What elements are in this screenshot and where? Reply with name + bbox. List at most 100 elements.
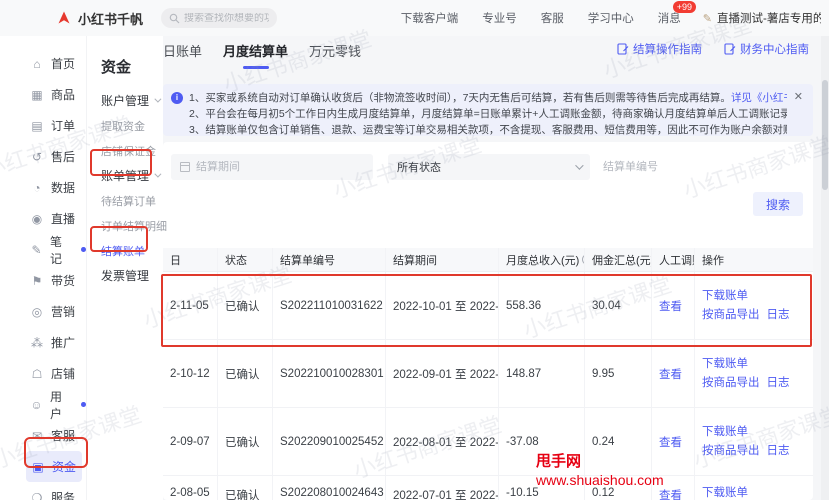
sidebar-item-orders[interactable]: ▤订单 [0, 110, 86, 141]
log-link[interactable]: 日志 [767, 377, 790, 390]
submenu-account-group[interactable]: 账户管理 [101, 88, 163, 113]
submenu-withdraw[interactable]: 提取资金 [101, 113, 163, 138]
sidebar-item-live[interactable]: ◉直播 [0, 203, 86, 234]
cell-period: 2022-07-01 至 2022-07-31 [386, 476, 499, 500]
shop-icon: ☖ [30, 367, 44, 381]
table-row: 2-11-05 已确认 S202211010031622 2022-10-01 … [163, 272, 813, 340]
marketing-icon: ◎ [30, 305, 44, 319]
sidebar-item-marketing[interactable]: ◎ 营销 [0, 296, 86, 327]
scrollbar-thumb[interactable] [822, 80, 828, 190]
download-bill-link[interactable]: 下载账单 [702, 290, 748, 303]
guide-label: 结算操作指南 [633, 41, 702, 57]
cell-date: 2-10-12 [163, 340, 218, 407]
cell-bill-no: S202209010025452 [273, 408, 386, 475]
settlement-rules-link[interactable]: 详见《小红书电商结算规则》 [731, 92, 787, 104]
close-icon[interactable]: ✕ [794, 90, 803, 103]
log-link[interactable]: 日志 [767, 309, 790, 322]
cell-period: 2022-10-01 至 2022-10-31 [386, 272, 499, 339]
tab-small-change[interactable]: 万元零钱 [309, 41, 361, 69]
sidebar-label: 营销 [51, 303, 75, 320]
sidebar-label: 带货 [51, 272, 75, 289]
notice-line-3: 3、结算账单仅包含订单销售、退款、运费宝等订单交易相关款项，不含提现、客服费用、… [189, 122, 787, 138]
download-bill-link[interactable]: 下载账单 [702, 487, 748, 500]
view-adjust-link[interactable]: 查看 [652, 476, 695, 500]
col-status: 状态 [218, 248, 273, 271]
sidebar-label: 服务 [51, 489, 75, 500]
brand-mark-icon [56, 10, 72, 26]
sidebar-item-promotion[interactable]: ⁂推广 [0, 327, 86, 358]
nav-pro-account[interactable]: 专业号 [482, 10, 517, 26]
sidebar-item-users[interactable]: ☺用户 [0, 389, 86, 420]
view-adjust-link[interactable]: 查看 [652, 272, 695, 339]
export-by-goods-link[interactable]: 按商品导出 [702, 377, 760, 390]
cell-income: 148.87 [499, 340, 585, 407]
search-button[interactable]: 搜索 [753, 192, 803, 216]
doc-icon [724, 43, 736, 55]
sidebar-label: 客服 [51, 427, 75, 444]
cell-income: -10.15 [499, 476, 585, 500]
sidebar-item-notes[interactable]: ✎笔记 [0, 234, 86, 265]
submenu-pending-settlement[interactable]: 待结算订单 [101, 188, 163, 213]
status-select[interactable]: 所有状态 [388, 154, 590, 180]
sidebar-item-service[interactable]: ✉客服 [0, 420, 86, 451]
submenu-label: 待结算订单 [101, 193, 156, 209]
top-header: 小红书千帆 下载客户端 专业号 客服 学习中心 消息 +99 ✎ 直播测试-薯店… [0, 0, 829, 36]
submenu-label: 订单结算明细 [101, 218, 167, 234]
cell-date: 2-11-05 [163, 272, 218, 339]
col-income-label: 月度总收入(元) [506, 252, 579, 268]
finance-center-guide-link[interactable]: 财务中心指南 [724, 41, 809, 57]
cell-bill-no: S202211010031622 [273, 272, 386, 339]
page: 小红书千帆 下载客户端 专业号 客服 学习中心 消息 +99 ✎ 直播测试-薯店… [0, 0, 829, 500]
sidebar-item-home[interactable]: ⌂首页 [0, 48, 86, 79]
nav-learning-center[interactable]: 学习中心 [588, 10, 634, 26]
cell-commission: 9.95 [585, 340, 652, 407]
fund-submenu: 资金 账户管理 提取资金 店铺保证金 账单管理 待结算订单 订单结算明细 结算账… [86, 36, 163, 500]
export-by-goods-link[interactable]: 按商品导出 [702, 309, 760, 322]
sidebar-item-services[interactable]: ❍服务 [0, 482, 86, 500]
sidebar-item-data[interactable]: ◔数据 [0, 172, 86, 203]
sidebar-label: 用户 [50, 388, 72, 422]
shop-switcher[interactable]: ✎ 直播测试-薯店专用的店的店 [703, 10, 821, 26]
notice-text: 1、买家或系统自动对订单确认收货后（非物流签收时间），7天内无售后可结算，若有售… [189, 92, 731, 104]
log-link[interactable]: 日志 [767, 445, 790, 458]
nav-customer-service[interactable]: 客服 [541, 10, 564, 26]
settle-period-input[interactable] [196, 161, 364, 173]
settlement-guide-link[interactable]: 结算操作指南 [617, 41, 702, 57]
cell-bill-no: S202208010024643 [273, 476, 386, 500]
bill-no-input[interactable] [603, 154, 783, 180]
cell-commission: 0.12 [585, 476, 652, 500]
sidebar-item-shop[interactable]: ☖店铺 [0, 358, 86, 389]
global-search[interactable] [161, 8, 277, 28]
submenu-deposit[interactable]: 店铺保证金 [101, 138, 163, 163]
sidebar-item-goods[interactable]: ▦商品 [0, 79, 86, 110]
submenu-label: 店铺保证金 [101, 143, 156, 159]
fund-icon: ▣ [31, 460, 45, 474]
notice-text: 3、结算账单仅包含订单销售、退款、运费宝等订单交易相关款项，不含提现、客服费用、… [189, 124, 787, 136]
tab-daily-bill[interactable]: 日账单 [163, 41, 202, 69]
cell-status: 已确认 [218, 408, 273, 475]
sidebar-label: 售后 [51, 148, 75, 165]
col-period: 结算期间 [386, 248, 499, 271]
sidebar-item-aftersale[interactable]: ↺售后 [0, 141, 86, 172]
download-bill-link[interactable]: 下载账单 [702, 358, 748, 371]
submenu-order-settle-detail[interactable]: 订单结算明细 [101, 213, 163, 238]
submenu-invoice-group[interactable]: 发票管理 [101, 263, 163, 288]
sidebar-item-cargo[interactable]: ⚑带货 [0, 265, 86, 296]
nav-messages[interactable]: 消息 +99 [658, 10, 681, 26]
chevron-down-icon [154, 96, 161, 103]
submenu-bill-group[interactable]: 账单管理 [101, 163, 163, 188]
download-bill-link[interactable]: 下载账单 [702, 426, 748, 439]
sidebar-item-funds[interactable]: ▣资金 [26, 451, 82, 482]
settle-period-picker[interactable] [171, 154, 373, 180]
app-logo[interactable]: 小红书千帆 [56, 9, 143, 28]
tab-monthly-settlement[interactable]: 月度结算单 [223, 41, 288, 69]
view-adjust-link[interactable]: 查看 [652, 408, 695, 475]
page-scrollbar[interactable] [821, 36, 829, 500]
submenu-settle-bill[interactable]: 结算账单 [101, 238, 163, 263]
view-adjust-link[interactable]: 查看 [652, 340, 695, 407]
search-input[interactable] [184, 13, 269, 24]
nav-download-client[interactable]: 下载客户端 [401, 10, 459, 26]
bill-no-field[interactable] [603, 154, 783, 180]
settlement-notice: i 1、买家或系统自动对订单确认收货后（非物流签收时间），7天内无售后可结算，若… [163, 84, 813, 136]
export-by-goods-link[interactable]: 按商品导出 [702, 445, 760, 458]
